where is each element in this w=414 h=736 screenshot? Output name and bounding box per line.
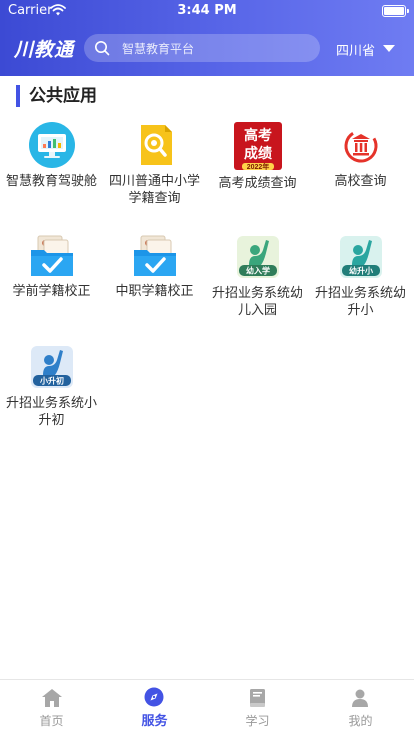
app-label: 高考成绩查询 [218,176,297,191]
search-icon [95,41,110,56]
app-label: 中职学籍校正 [115,284,194,299]
student-raise-hand-icon: 幼升小 [338,234,384,280]
compass-icon [144,687,164,707]
app-primary-to-middle[interactable]: 小升初 升招业务系统小升初 [0,344,103,429]
app-label: 学前学籍校正 [12,284,91,299]
app-kindergarten-enrollment[interactable]: 幼入学 升招业务系统幼儿入园 [206,234,309,319]
exam-score-badge-icon: 高考 成绩 2022年 [233,122,282,171]
tab-profile[interactable]: 我的 [309,680,412,736]
tab-label: 服务 [141,714,168,729]
app-label: 智慧教育驾驶舱 [5,174,97,189]
tab-learning[interactable]: 学习 [206,680,309,736]
app-header: Carrier 3:44 PM 川教通 智慧教育平台 四川省 [0,0,414,76]
student-raise-hand-icon: 幼入学 [235,234,281,280]
user-icon [352,689,368,707]
app-preschool-status-correction[interactable]: 学前学籍校正 [0,234,103,300]
tab-services[interactable]: 服务 [103,680,206,736]
battery-icon [382,5,409,17]
home-icon [42,689,62,707]
app-exam-score[interactable]: 高考 成绩 2022年 高考成绩查询 [206,122,309,192]
app-label: 升招业务系统小升初 [5,396,97,428]
university-icon [338,122,384,168]
tab-label: 学习 [245,714,270,728]
app-university-query[interactable]: 高校查询 [309,122,412,190]
app-logo: 川教通 [14,39,75,61]
section-title: 公共应用 [16,85,97,107]
search-placeholder: 智慧教育平台 [122,42,195,56]
app-label: 高校查询 [334,174,387,189]
book-icon [250,689,265,707]
status-bar: Carrier 3:44 PM [0,0,414,22]
dashboard-monitor-icon [28,122,75,168]
tab-label: 首页 [39,714,64,728]
app-label: 四川普通中小学学籍查询 [108,174,200,206]
exam-badge-line-2: 成绩 [244,145,272,161]
tab-home[interactable]: 首页 [0,680,103,736]
folder-check-icon [131,234,179,278]
caret-down-icon[interactable] [383,45,395,52]
tab-label: 我的 [348,714,373,728]
app-label: 升招业务系统幼儿入园 [211,286,303,318]
enroll-tag: 幼入学 [246,266,270,276]
app-vocational-status-correction[interactable]: 中职学籍校正 [103,234,206,300]
province-selector[interactable]: 四川省 [336,40,375,59]
exam-badge-year: 2022年 [246,162,269,170]
enroll-tag: 小升初 [39,376,64,386]
app-label: 升招业务系统幼升小 [314,286,406,318]
app-student-status-query[interactable]: 四川普通中小学学籍查询 [103,122,206,207]
search-document-icon [132,122,178,168]
bottom-tab-bar: 首页 服务 学习 我的 [0,679,414,736]
search-input[interactable]: 智慧教育平台 [84,34,320,62]
app-dashboard[interactable]: 智慧教育驾驶舱 [0,122,103,190]
student-raise-hand-icon: 小升初 [29,344,75,390]
status-time: 3:44 PM [177,3,237,18]
folder-check-icon [28,234,76,278]
app-kindergarten-to-primary[interactable]: 幼升小 升招业务系统幼升小 [309,234,412,319]
enroll-tag: 幼升小 [349,266,373,276]
exam-badge-line-1: 高考 [244,127,272,143]
